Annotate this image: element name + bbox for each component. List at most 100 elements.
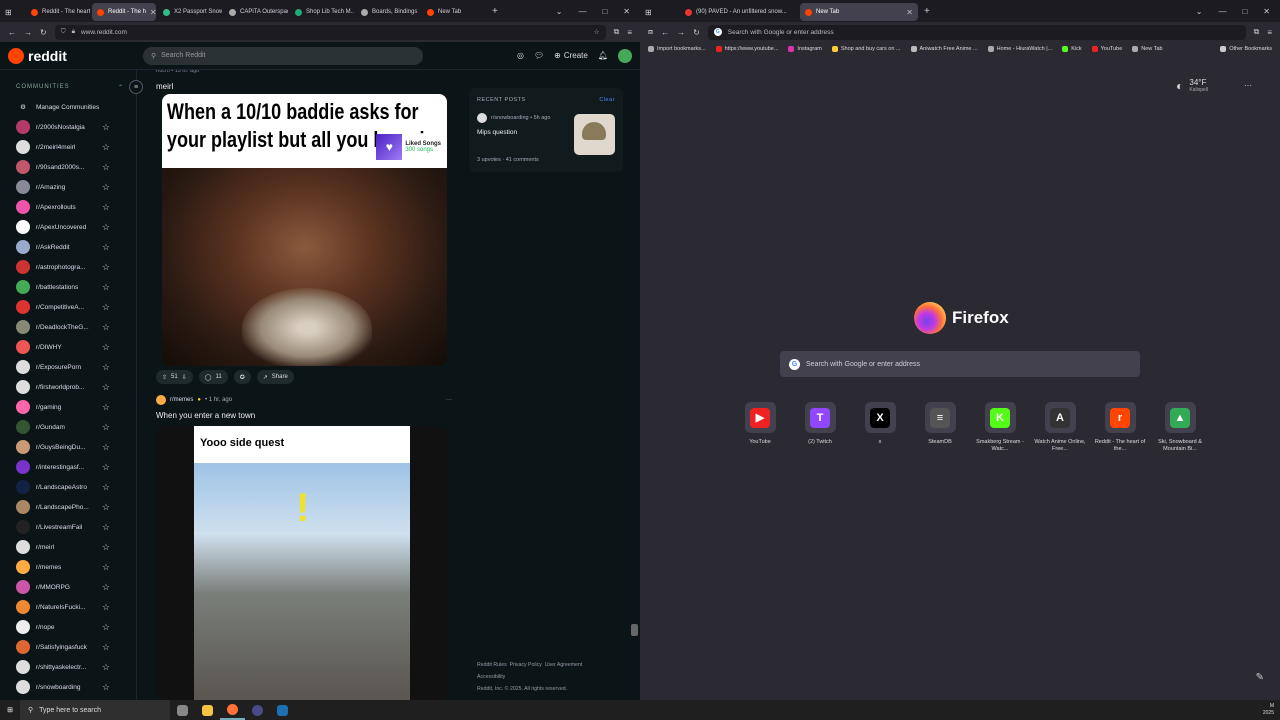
more-options-icon[interactable]: ··· bbox=[1244, 81, 1252, 90]
sidebar-item-community[interactable]: r/gaming ☆ bbox=[0, 397, 136, 417]
sidebar-item-community[interactable]: r/Apexrollouts ☆ bbox=[0, 197, 136, 217]
task-view-icon[interactable] bbox=[170, 700, 195, 720]
favorite-star-icon[interactable]: ☆ bbox=[102, 522, 110, 533]
sidebar-item-community[interactable]: r/2meirl4meirl ☆ bbox=[0, 137, 136, 157]
favorite-star-icon[interactable]: ☆ bbox=[102, 182, 110, 193]
file-explorer-icon[interactable] bbox=[195, 700, 220, 720]
sidebar-item-community[interactable]: r/astrophotogra... ☆ bbox=[0, 257, 136, 277]
sidebar-item-community[interactable]: r/AskReddit ☆ bbox=[0, 237, 136, 257]
reddit-search-input[interactable]: ⚲ Search Reddit bbox=[143, 46, 423, 65]
comments-button[interactable]: ◯ 11 bbox=[198, 370, 228, 384]
favorite-star-icon[interactable]: ☆ bbox=[102, 442, 110, 453]
favorite-star-icon[interactable]: ☆ bbox=[102, 682, 110, 693]
tab-1[interactable]: New Tab ✕ bbox=[800, 3, 918, 21]
favorite-star-icon[interactable]: ☆ bbox=[102, 282, 110, 293]
steam-icon[interactable] bbox=[270, 700, 295, 720]
extensions-icon[interactable]: ⧉ bbox=[1254, 27, 1260, 37]
sidebar-item-community[interactable]: r/LivestreamFail ☆ bbox=[0, 517, 136, 537]
sidebar-item-community[interactable]: r/90sand2000s... ☆ bbox=[0, 157, 136, 177]
obs-icon[interactable] bbox=[245, 700, 270, 720]
bookmark-item[interactable]: Kick bbox=[1062, 46, 1082, 52]
favorite-star-icon[interactable]: ☆ bbox=[102, 562, 110, 573]
favorite-star-icon[interactable]: ☆ bbox=[102, 482, 110, 493]
more-options-icon[interactable]: ··· bbox=[446, 397, 452, 403]
sidebar-item-community[interactable]: r/GuysBeingDu... ☆ bbox=[0, 437, 136, 457]
favorite-star-icon[interactable]: ☆ bbox=[102, 502, 110, 513]
sidebar-item-community[interactable]: r/MMORPG ☆ bbox=[0, 577, 136, 597]
tab-4[interactable]: Shop Lib Tech M... bbox=[290, 3, 354, 21]
top-site-tile[interactable]: T (2) Twitch bbox=[790, 402, 850, 454]
collapse-chevron-icon[interactable]: ⌃ bbox=[118, 84, 124, 91]
sidebar-item-community[interactable]: r/firstworldprob... ☆ bbox=[0, 377, 136, 397]
tab-overview-button[interactable]: ⊞ bbox=[0, 3, 26, 21]
favorite-star-icon[interactable]: ☆ bbox=[102, 582, 110, 593]
sidebar-icon[interactable]: ⧈ bbox=[648, 27, 653, 37]
tab-1[interactable]: Reddit - The h ✕ bbox=[92, 3, 156, 21]
sidebar-item-community[interactable]: r/snowboarding ☆ bbox=[0, 677, 136, 697]
taskbar-search-input[interactable]: ⚲ Type here to search bbox=[20, 700, 170, 720]
favorite-star-icon[interactable]: ☆ bbox=[102, 542, 110, 553]
top-site-tile[interactable]: K Smakberg Stream - Watc... bbox=[970, 402, 1030, 454]
sidebar-item-community[interactable]: r/interestingasf... ☆ bbox=[0, 457, 136, 477]
favorite-star-icon[interactable]: ☆ bbox=[102, 242, 110, 253]
favorite-star-icon[interactable]: ☆ bbox=[102, 342, 110, 353]
bookmark-item[interactable]: Home - HiuraWatch |... bbox=[987, 46, 1052, 52]
sidebar-item-community[interactable]: r/battlestations ☆ bbox=[0, 277, 136, 297]
sidebar-item-community[interactable]: r/LandscapeAstro ☆ bbox=[0, 477, 136, 497]
privacy-link[interactable]: Privacy Policy bbox=[510, 662, 542, 668]
tab-3[interactable]: CAPiTA Outerspace bbox=[224, 3, 288, 21]
firefox-taskbar-icon[interactable] bbox=[220, 700, 245, 720]
favorite-star-icon[interactable]: ☆ bbox=[102, 302, 110, 313]
maximize-button[interactable]: □ bbox=[602, 7, 607, 16]
sidebar-item-community[interactable]: r/LandscapePho... ☆ bbox=[0, 497, 136, 517]
url-bar[interactable]: G Search with Google or enter address bbox=[707, 24, 1246, 40]
new-tab-button[interactable]: + bbox=[924, 6, 930, 17]
chat-icon[interactable]: 💬︎ bbox=[534, 51, 544, 60]
bookmark-item[interactable]: https://www.youtube... bbox=[715, 46, 778, 52]
firefox-search-input[interactable]: G Search with Google or enter address bbox=[780, 351, 1140, 377]
bookmark-item[interactable]: Import bookmarks... bbox=[648, 46, 706, 52]
sidebar-item-community[interactable]: r/Amazing ☆ bbox=[0, 177, 136, 197]
top-site-tile[interactable]: r Reddit - The heart of the... bbox=[1090, 402, 1150, 454]
clear-recent-button[interactable]: Clear bbox=[599, 97, 615, 103]
bookmark-star-icon[interactable]: ☆ bbox=[594, 28, 600, 36]
favorite-star-icon[interactable]: ☆ bbox=[102, 642, 110, 653]
maximize-button[interactable]: □ bbox=[1242, 7, 1247, 16]
award-button[interactable]: ✪ bbox=[233, 370, 251, 384]
advertise-icon[interactable]: ◎ bbox=[517, 51, 524, 60]
menu-icon[interactable]: ≡ bbox=[627, 28, 632, 37]
tab-0[interactable]: Reddit - The heart bbox=[26, 3, 90, 21]
favorite-star-icon[interactable]: ☆ bbox=[102, 142, 110, 153]
reddit-logo[interactable]: reddit bbox=[8, 47, 143, 64]
top-site-tile[interactable]: A Watch Anime Online, Free... bbox=[1030, 402, 1090, 454]
close-tab-icon[interactable]: ✕ bbox=[150, 8, 156, 17]
back-button[interactable]: ← bbox=[8, 28, 16, 37]
bookmark-item[interactable]: Shop and buy cars on ... bbox=[831, 46, 901, 52]
sidebar-item-community[interactable]: r/ApexUncovered ☆ bbox=[0, 217, 136, 237]
favorite-star-icon[interactable]: ☆ bbox=[102, 622, 110, 633]
menu-icon[interactable]: ≡ bbox=[1267, 28, 1272, 37]
favorite-star-icon[interactable]: ☆ bbox=[102, 402, 110, 413]
back-button[interactable]: ← bbox=[661, 28, 669, 37]
sidebar-item-community[interactable]: r/meirl ☆ bbox=[0, 537, 136, 557]
close-tab-icon[interactable]: ✕ bbox=[906, 8, 913, 17]
forward-button[interactable]: → bbox=[24, 28, 32, 37]
sidebar-item-community[interactable]: r/shittyaskelectr... ☆ bbox=[0, 657, 136, 677]
accessibility-link[interactable]: Accessibility bbox=[477, 674, 505, 680]
tab-2[interactable]: X2 Passport Snow bbox=[158, 3, 222, 21]
post-title[interactable]: When you enter a new town bbox=[156, 411, 255, 420]
favorite-star-icon[interactable]: ☆ bbox=[102, 262, 110, 273]
share-button[interactable]: ↗ Share bbox=[256, 370, 294, 384]
minimize-button[interactable]: — bbox=[1218, 7, 1226, 16]
sidebar-item-community[interactable]: r/ExposurePorn ☆ bbox=[0, 357, 136, 377]
favorite-star-icon[interactable]: ☆ bbox=[102, 222, 110, 233]
tab-5[interactable]: Boards, Bindings bbox=[356, 3, 420, 21]
weather-widget[interactable]: ◐ 34°F Kalispell ··· bbox=[1176, 78, 1252, 93]
close-window-button[interactable]: ✕ bbox=[623, 7, 630, 16]
sidebar-item-community[interactable]: r/NatureIsFucki... ☆ bbox=[0, 597, 136, 617]
upvote-icon[interactable]: ⇧ bbox=[162, 374, 167, 381]
sidebar-item-community[interactable]: r/Satisfyingasfuck ☆ bbox=[0, 637, 136, 657]
notification-icon[interactable]: 🔔︎ bbox=[598, 51, 608, 60]
forward-button[interactable]: → bbox=[677, 28, 685, 37]
post-image[interactable]: When a 10/10 baddie asks for your playli… bbox=[162, 94, 447, 366]
